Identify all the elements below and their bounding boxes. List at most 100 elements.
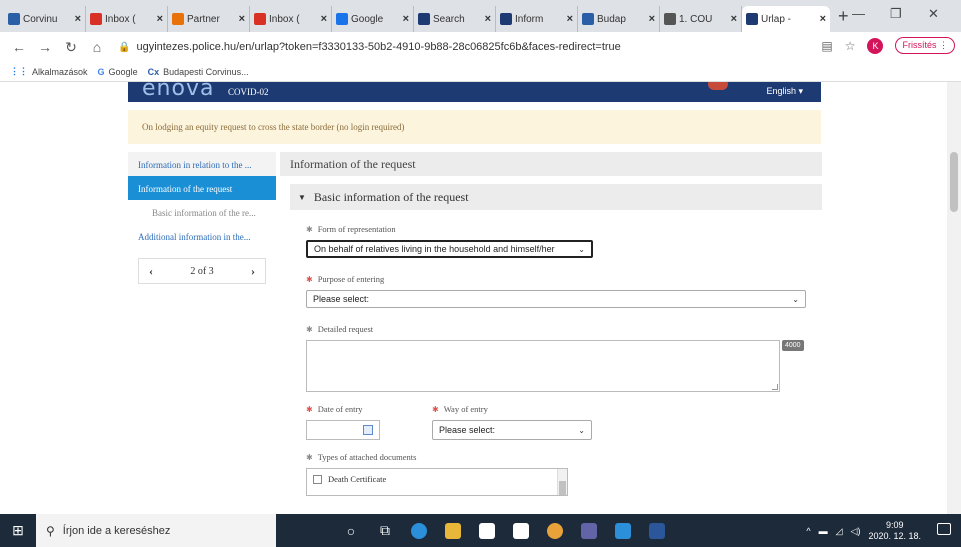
list-scrollbar[interactable] xyxy=(557,469,567,495)
next-page-icon[interactable]: › xyxy=(251,264,255,279)
page-scrollbar-thumb[interactable] xyxy=(950,152,958,212)
browser-tab[interactable]: 1. COU × xyxy=(660,6,742,32)
close-window-icon[interactable]: ✕ xyxy=(928,6,939,22)
close-tab-icon[interactable]: × xyxy=(485,13,491,25)
minimize-icon[interactable]: — xyxy=(852,6,865,21)
task-view-icon[interactable]: ⧉ xyxy=(370,514,400,547)
resize-grip-icon[interactable] xyxy=(772,384,778,390)
windows-start-icon[interactable]: ⊞ xyxy=(0,522,36,539)
required-marker: ✱ xyxy=(306,404,313,414)
reload-icon[interactable]: ↻ xyxy=(64,39,78,56)
taskbar-search-placeholder: Írjon ide a kereséshez xyxy=(62,524,171,537)
detailed-request-label: ✱ Detailed request xyxy=(306,324,822,334)
mail-icon[interactable] xyxy=(506,514,536,547)
nav-step-3[interactable]: Additional information in the... xyxy=(128,224,276,248)
new-tab-icon[interactable]: + xyxy=(838,6,849,27)
taskbar-search[interactable]: ⚲ Írjon ide a kereséshez xyxy=(36,514,276,547)
battery-icon[interactable]: ▬ xyxy=(819,526,828,536)
char-counter-badge: 4000 xyxy=(782,340,804,351)
browser-tab-bar: Corvinu × Inbox (× Partner × Inbox (× Google × S… xyxy=(0,0,961,32)
close-tab-icon[interactable]: × xyxy=(157,13,163,25)
skype-icon[interactable] xyxy=(608,514,638,547)
file-explorer-icon[interactable] xyxy=(438,514,468,547)
detailed-request-textarea[interactable] xyxy=(306,340,780,392)
back-icon[interactable]: ← xyxy=(12,39,26,55)
tray-chevron-icon[interactable]: ^ xyxy=(806,526,810,536)
network-icon[interactable]: ◿ xyxy=(836,526,843,537)
browser-tab[interactable]: Budap × xyxy=(578,6,660,32)
close-tab-icon[interactable]: × xyxy=(403,13,409,25)
update-button[interactable]: Frissítés ⋮ xyxy=(895,37,955,54)
bookmark-corvinus[interactable]: Cx Budapesti Corvinus... xyxy=(148,67,249,77)
browser-tab[interactable]: Search × xyxy=(414,6,496,32)
date-of-entry-input[interactable] xyxy=(306,420,380,440)
form-icon xyxy=(746,13,758,25)
date-of-entry-label: ✱ Date of entry xyxy=(306,404,432,414)
prev-page-icon[interactable]: ‹ xyxy=(149,264,153,279)
corvinus-icon xyxy=(582,13,594,25)
maximize-icon[interactable]: ❐ xyxy=(890,6,902,22)
browser-tab[interactable]: Google × xyxy=(332,6,414,32)
store-icon[interactable] xyxy=(472,514,502,547)
close-tab-icon[interactable]: × xyxy=(239,13,245,25)
bookmark-google[interactable]: G Google xyxy=(98,67,138,77)
purpose-select[interactable]: Please select: ⌄ xyxy=(306,290,806,308)
document-option[interactable]: Death Certificate xyxy=(307,469,567,489)
volume-icon[interactable]: ◁) xyxy=(851,526,861,537)
tab-strip: Corvinu × Inbox (× Partner × Inbox (× Google × S… xyxy=(4,0,830,32)
section-header[interactable]: ▼ Basic information of the request xyxy=(290,184,822,210)
scrollbar-thumb[interactable] xyxy=(559,481,566,495)
bookmark-apps[interactable]: ⋮⋮ Alkalmazások xyxy=(10,66,88,77)
bookmark-star-icon[interactable]: ☆ xyxy=(845,39,856,53)
browser-tab[interactable]: Inbox (× xyxy=(250,6,332,32)
calendar-icon[interactable] xyxy=(363,425,373,435)
clock[interactable]: 9:09 2020. 12. 18. xyxy=(868,520,921,542)
bookmark-label: Alkalmazások xyxy=(32,66,88,77)
form-main: Information of the request ▼ Basic infor… xyxy=(280,152,822,496)
browser-tab[interactable]: Corvinu × xyxy=(4,6,86,32)
browser-tab[interactable]: Űrlap - × xyxy=(742,6,830,32)
representation-select[interactable]: On behalf of relatives living in the hou… xyxy=(306,240,593,258)
close-tab-icon[interactable]: × xyxy=(649,13,655,25)
forward-icon[interactable]: → xyxy=(38,39,52,55)
cortana-icon[interactable]: ○ xyxy=(336,514,366,547)
word-icon[interactable] xyxy=(642,514,672,547)
site-subtitle: COVID-02 xyxy=(228,87,269,97)
site-logo[interactable]: enova xyxy=(142,82,214,101)
nav-step-1[interactable]: Information in relation to the ... xyxy=(128,152,276,176)
nav-substep-basic[interactable]: Basic information of the re... xyxy=(128,200,276,224)
collapse-icon: ▼ xyxy=(298,192,306,202)
tab-title: Corvinu xyxy=(23,13,58,25)
close-tab-icon[interactable]: × xyxy=(820,13,826,25)
close-tab-icon[interactable]: × xyxy=(321,13,327,25)
close-tab-icon[interactable]: × xyxy=(567,13,573,25)
document-option-label: Death Certificate xyxy=(328,474,387,484)
translate-icon[interactable]: ▤ xyxy=(821,39,832,53)
profile-avatar[interactable]: K xyxy=(867,37,884,54)
url-field[interactable]: 🔒 ugyintezes.police.hu/en/urlap?token=f3… xyxy=(118,41,621,53)
edge-icon[interactable] xyxy=(404,514,434,547)
search-icon xyxy=(418,13,430,25)
close-tab-icon[interactable]: × xyxy=(75,13,81,25)
corvinus-icon xyxy=(8,13,20,25)
close-tab-icon[interactable]: × xyxy=(731,13,737,25)
purpose-label: ✱ Purpose of entering xyxy=(306,274,822,284)
required-marker: ✱ xyxy=(306,452,313,462)
taskbar-apps: ○ ⧉ xyxy=(336,514,676,547)
way-of-entry-select[interactable]: Please select: ⌄ xyxy=(432,420,592,440)
browser-tab[interactable]: Inform × xyxy=(496,6,578,32)
notifications-icon[interactable] xyxy=(937,523,951,535)
bookmark-label: Google xyxy=(108,66,138,77)
teams-icon[interactable] xyxy=(574,514,604,547)
browser-tab[interactable]: Inbox (× xyxy=(86,6,168,32)
lock-icon: 🔒 xyxy=(118,41,131,53)
tab-title: 1. COU xyxy=(679,13,713,25)
home-icon[interactable]: ⌂ xyxy=(90,39,104,55)
page-scrollbar[interactable] xyxy=(947,82,961,514)
nav-step-2[interactable]: Information of the request xyxy=(128,176,276,200)
chrome-icon[interactable] xyxy=(540,514,570,547)
checkbox[interactable] xyxy=(313,474,322,484)
language-selector[interactable]: English ▾ xyxy=(766,86,803,97)
browser-tab[interactable]: Partner × xyxy=(168,6,250,32)
representation-label-text: Form of representation xyxy=(317,224,396,234)
